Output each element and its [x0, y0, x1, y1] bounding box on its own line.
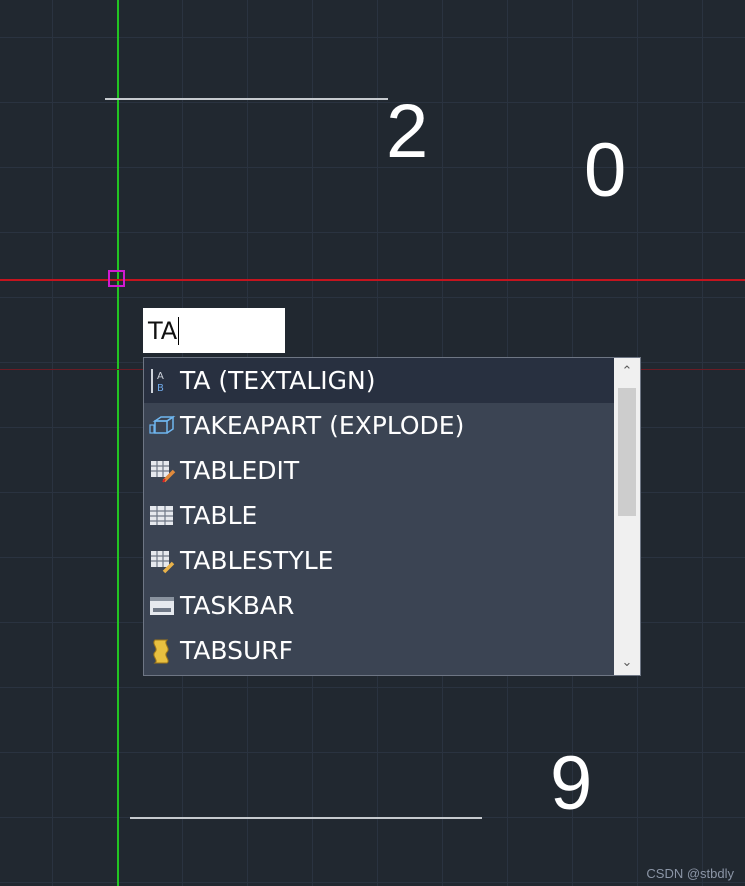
scroll-down-arrow-icon[interactable]: ⌄ — [614, 649, 640, 675]
explode-cube-icon — [149, 415, 176, 434]
command-input-value: TA — [148, 316, 178, 345]
autocomplete-item-label: TABLE — [180, 501, 258, 530]
drawing-text-0[interactable]: 0 — [584, 133, 626, 209]
autocomplete-item-takeapart[interactable]: TAKEAPART (EXPLODE) — [144, 403, 614, 448]
drawing-line-top[interactable] — [105, 98, 388, 100]
y-axis-line — [117, 0, 119, 886]
scrollbar-thumb[interactable] — [618, 388, 636, 516]
svg-text:B: B — [157, 383, 164, 394]
autocomplete-list[interactable]: A B TA (TEXTALIGN) TAKEAPART (EXPLODE) T… — [143, 357, 641, 676]
autocomplete-item-label: TABSURF — [180, 636, 294, 665]
autocomplete-item-label: TA (TEXTALIGN) — [180, 366, 376, 395]
svg-text:A: A — [157, 371, 164, 382]
watermark: CSDN @stbdly — [646, 866, 734, 881]
drawing-text-2[interactable]: 2 — [386, 94, 428, 170]
autocomplete-item-textalign[interactable]: A B TA (TEXTALIGN) — [144, 358, 614, 403]
autocomplete-item-label: TAKEAPART (EXPLODE) — [180, 411, 465, 440]
autocomplete-item-taskbar[interactable]: TASKBAR — [144, 583, 614, 628]
taskbar-icon — [150, 596, 174, 615]
autocomplete-item-tabledit[interactable]: TABLEDIT — [144, 448, 614, 493]
table-edit-icon — [151, 460, 176, 483]
crosshair-pickbox — [108, 270, 125, 287]
text-caret — [178, 316, 180, 345]
command-input-field[interactable]: TA — [143, 308, 285, 353]
autocomplete-item-label: TASKBAR — [180, 591, 295, 620]
scroll-up-arrow-icon[interactable]: ⌃ — [614, 358, 640, 384]
autocomplete-item-label: TABLEDIT — [180, 456, 300, 485]
autocomplete-item-label: TABLESTYLE — [180, 546, 334, 575]
table-style-icon — [151, 550, 175, 573]
tabsurf-icon — [153, 639, 169, 663]
autocomplete-item-tablestyle[interactable]: TABLESTYLE — [144, 538, 614, 583]
text-align-icon: A B — [151, 368, 164, 394]
autocomplete-scrollbar[interactable]: ⌃ ⌄ — [614, 358, 640, 675]
drawing-text-9[interactable]: 9 — [550, 746, 592, 822]
autocomplete-item-table[interactable]: TABLE — [144, 493, 614, 538]
drawing-line-bottom[interactable] — [130, 817, 482, 819]
autocomplete-item-tabsurf[interactable]: TABSURF — [144, 628, 614, 673]
table-icon — [150, 505, 173, 525]
